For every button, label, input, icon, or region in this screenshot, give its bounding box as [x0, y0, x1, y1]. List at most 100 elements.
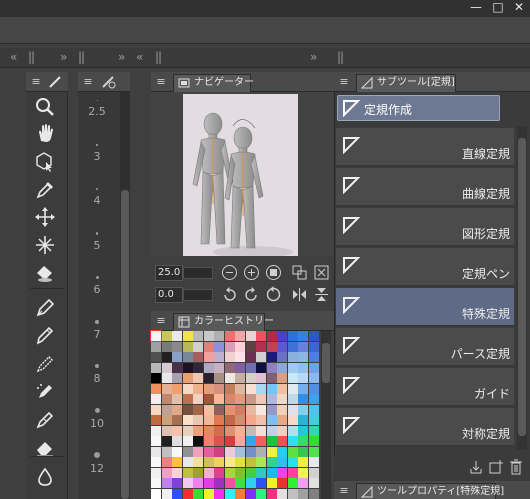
- color-swatch[interactable]: [277, 362, 287, 373]
- color-swatch[interactable]: [266, 373, 277, 383]
- color-swatch[interactable]: [151, 394, 161, 404]
- color-swatch[interactable]: [298, 488, 308, 499]
- minimize-button[interactable]: —: [466, 0, 486, 17]
- color-swatch[interactable]: [256, 331, 266, 341]
- color-swatch[interactable]: [256, 404, 266, 415]
- color-swatch[interactable]: [161, 415, 172, 425]
- color-swatch[interactable]: [287, 446, 298, 457]
- color-swatch[interactable]: [151, 404, 161, 415]
- color-swatch[interactable]: [235, 383, 245, 394]
- color-swatch[interactable]: [214, 425, 224, 436]
- brush-size-item[interactable]: 6: [78, 276, 116, 296]
- color-swatch[interactable]: [235, 404, 245, 415]
- color-swatch[interactable]: [298, 436, 308, 446]
- dock-grip[interactable]: ||: [155, 50, 162, 64]
- brush-size-tab-icon[interactable]: [100, 75, 116, 89]
- color-swatch[interactable]: [161, 488, 172, 499]
- color-swatch[interactable]: [182, 425, 193, 436]
- brush-icon[interactable]: [34, 352, 60, 374]
- color-swatch[interactable]: [245, 362, 256, 373]
- tab-navigator[interactable]: ナビゲーター: [173, 74, 254, 92]
- fit-navigator-icon[interactable]: [313, 264, 330, 281]
- color-swatch[interactable]: [214, 352, 224, 362]
- zoom-slider[interactable]: [183, 267, 213, 279]
- sub-tool-item[interactable]: パース定規: [336, 328, 514, 366]
- color-swatch[interactable]: [308, 362, 319, 373]
- color-swatch[interactable]: [214, 446, 224, 457]
- color-swatch[interactable]: [214, 331, 224, 341]
- color-swatch[interactable]: [203, 383, 214, 394]
- color-swatch[interactable]: [193, 446, 203, 457]
- color-swatch[interactable]: [224, 404, 235, 415]
- color-swatch[interactable]: [161, 394, 172, 404]
- collapse-left-icon[interactable]: «: [136, 50, 143, 64]
- color-swatch[interactable]: [287, 478, 298, 488]
- dock-grip[interactable]: ||: [337, 50, 344, 64]
- color-swatch[interactable]: [266, 436, 277, 446]
- zoom-value-field[interactable]: 25.0: [155, 265, 183, 281]
- color-swatch[interactable]: [245, 415, 256, 425]
- color-swatch[interactable]: [203, 341, 214, 352]
- color-swatch[interactable]: [308, 383, 319, 394]
- color-swatch[interactable]: [193, 394, 203, 404]
- color-swatch[interactable]: [214, 467, 224, 478]
- color-swatch[interactable]: [182, 488, 193, 499]
- color-swatch[interactable]: [193, 373, 203, 383]
- color-swatch[interactable]: [298, 446, 308, 457]
- pen-icon[interactable]: [34, 296, 60, 318]
- dock-grip[interactable]: ||: [28, 50, 35, 64]
- color-swatch[interactable]: [266, 467, 277, 478]
- color-swatch[interactable]: [214, 478, 224, 488]
- color-swatch[interactable]: [172, 457, 182, 467]
- color-swatch[interactable]: [172, 352, 182, 362]
- color-swatch[interactable]: [182, 331, 193, 341]
- color-swatch[interactable]: [256, 373, 266, 383]
- move-layer-icon[interactable]: [34, 206, 60, 228]
- color-swatch[interactable]: [172, 383, 182, 394]
- color-swatch[interactable]: [224, 394, 235, 404]
- color-swatch[interactable]: [287, 436, 298, 446]
- color-swatch[interactable]: [266, 457, 277, 467]
- rotate-right-icon[interactable]: [243, 286, 260, 303]
- color-swatch[interactable]: [245, 373, 256, 383]
- color-swatch[interactable]: [224, 362, 235, 373]
- color-swatch[interactable]: [308, 446, 319, 457]
- color-swatch[interactable]: [161, 341, 172, 352]
- color-swatch[interactable]: [277, 425, 287, 436]
- color-swatch[interactable]: [214, 383, 224, 394]
- color-swatch[interactable]: [151, 446, 161, 457]
- color-swatch[interactable]: [161, 478, 172, 488]
- color-swatch[interactable]: [172, 404, 182, 415]
- color-swatch[interactable]: [256, 394, 266, 404]
- sub-tool-scrollbar[interactable]: [517, 126, 527, 450]
- color-swatch[interactable]: [182, 383, 193, 394]
- color-swatch[interactable]: [182, 352, 193, 362]
- color-swatch[interactable]: [245, 478, 256, 488]
- color-swatch[interactable]: [224, 467, 235, 478]
- color-swatch[interactable]: [277, 373, 287, 383]
- sub-tool-item[interactable]: 特殊定規: [336, 288, 514, 326]
- color-swatch[interactable]: [151, 436, 161, 446]
- rotate-slider[interactable]: [183, 289, 213, 301]
- close-button[interactable]: ✕: [509, 0, 529, 17]
- tab-color-history[interactable]: カラーヒストリー: [173, 313, 274, 331]
- expand-right-icon[interactable]: »: [310, 50, 317, 64]
- color-swatch[interactable]: [287, 404, 298, 415]
- delete-sub-tool-icon[interactable]: [508, 459, 524, 475]
- color-swatch[interactable]: [161, 352, 172, 362]
- color-swatch[interactable]: [172, 436, 182, 446]
- color-swatch[interactable]: [151, 488, 161, 499]
- color-swatch[interactable]: [277, 383, 287, 394]
- color-swatch[interactable]: [224, 425, 235, 436]
- color-swatch[interactable]: [224, 478, 235, 488]
- scroll-thumb[interactable]: [121, 190, 129, 499]
- color-swatch[interactable]: [298, 352, 308, 362]
- color-swatch[interactable]: [203, 478, 214, 488]
- color-swatch[interactable]: [235, 446, 245, 457]
- color-swatch[interactable]: [277, 352, 287, 362]
- hand-icon[interactable]: [34, 122, 60, 144]
- color-swatch[interactable]: [256, 362, 266, 373]
- color-swatch[interactable]: [235, 331, 245, 341]
- color-swatch[interactable]: [235, 341, 245, 352]
- color-swatch[interactable]: [235, 457, 245, 467]
